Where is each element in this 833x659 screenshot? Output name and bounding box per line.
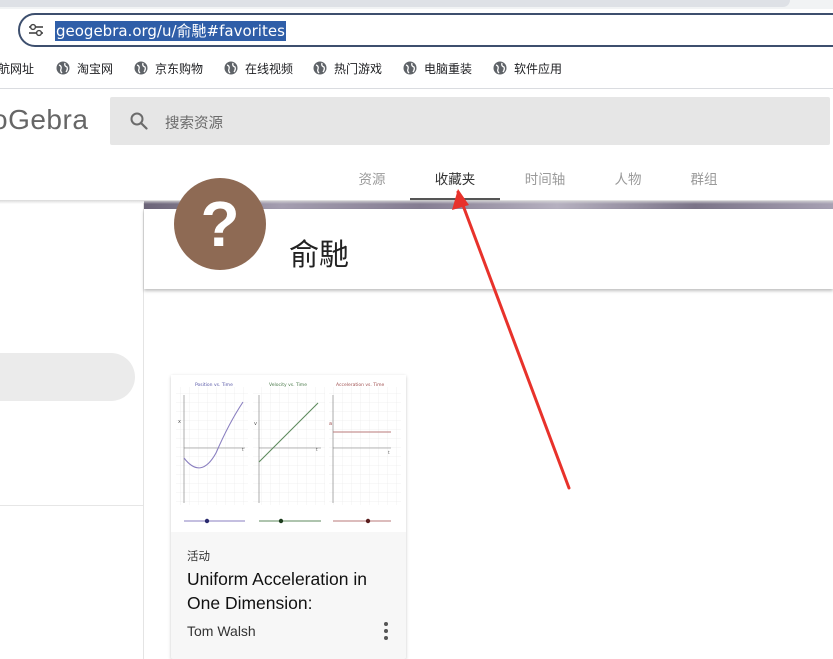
bookmark-label: 热门游戏 bbox=[334, 61, 383, 76]
graph-title-position: Position vs. Time bbox=[195, 382, 233, 388]
axis-label-v: v bbox=[254, 421, 257, 427]
velocity-graph bbox=[253, 387, 325, 505]
bookmark-label: 航网址 bbox=[0, 61, 35, 76]
card-thumbnail[interactable]: Position vs. Time x Velocity vs. Time v … bbox=[171, 375, 406, 532]
globe-icon bbox=[493, 61, 507, 75]
bookmark-taobao[interactable]: 淘宝网 bbox=[56, 54, 113, 82]
tab-groups[interactable]: 群组 bbox=[679, 168, 729, 188]
graph-title-velocity: Velocity vs. Time bbox=[269, 382, 307, 388]
globe-icon bbox=[224, 61, 238, 75]
bookmark-nav-sites[interactable]: 航网址 bbox=[0, 54, 34, 82]
tab-timeline[interactable]: 时间轴 bbox=[515, 168, 575, 188]
bookmark-software[interactable]: 软件应用 bbox=[493, 54, 562, 82]
sidebar-divider bbox=[0, 505, 143, 506]
site-settings-icon[interactable] bbox=[28, 23, 44, 37]
tab-favorites[interactable]: 收藏夹 bbox=[425, 168, 485, 188]
url-text[interactable]: geogebra.org/u/俞馳#favorites bbox=[55, 21, 286, 41]
sidebar-item-selected[interactable] bbox=[0, 353, 135, 401]
bookmark-label: 软件应用 bbox=[514, 61, 563, 76]
search-icon[interactable] bbox=[129, 111, 149, 131]
bookmark-jd[interactable]: 京东购物 bbox=[134, 54, 203, 82]
more-options-icon[interactable] bbox=[378, 620, 394, 642]
position-graph bbox=[176, 387, 248, 505]
avatar[interactable]: ? bbox=[174, 178, 266, 270]
header-shadow bbox=[0, 200, 833, 204]
axis-label-a: a bbox=[329, 421, 332, 427]
bookmark-label: 京东购物 bbox=[155, 61, 204, 76]
globe-icon bbox=[134, 61, 148, 75]
browser-tab[interactable] bbox=[0, 0, 790, 7]
slider-handle[interactable] bbox=[365, 518, 371, 524]
card-type-label: 活动 bbox=[187, 549, 210, 563]
sidebar bbox=[0, 203, 144, 659]
tab-people[interactable]: 人物 bbox=[603, 168, 653, 188]
axis-label-x: x bbox=[178, 419, 181, 425]
graph-title-acceleration: Acceleration vs. Time bbox=[336, 382, 385, 388]
search-placeholder: 搜索资源 bbox=[165, 116, 223, 132]
slider-handle[interactable] bbox=[204, 518, 210, 524]
bookmark-reinstall[interactable]: 电脑重装 bbox=[403, 54, 472, 82]
tab-resources[interactable]: 资源 bbox=[347, 168, 397, 188]
bookmark-label: 电脑重装 bbox=[424, 61, 473, 76]
bookmark-label: 淘宝网 bbox=[77, 61, 114, 76]
globe-icon bbox=[56, 61, 70, 75]
bookmark-label: 在线视频 bbox=[245, 61, 294, 76]
globe-icon bbox=[403, 61, 417, 75]
card-author[interactable]: Tom Walsh bbox=[187, 623, 256, 639]
profile-name: 俞馳 bbox=[289, 238, 349, 273]
slider-handle[interactable] bbox=[278, 518, 284, 524]
bookmark-games[interactable]: 热门游戏 bbox=[313, 54, 382, 82]
acceleration-graph bbox=[329, 387, 401, 505]
card-title[interactable]: Uniform Acceleration in One Dimension: bbox=[187, 567, 387, 615]
bookmarks-bar: 航网址 淘宝网 京东购物 在线视频 热门游戏 电脑重装 软件应用 bbox=[0, 54, 833, 82]
geogebra-logo[interactable]: oGebra bbox=[0, 104, 88, 136]
bookmark-video[interactable]: 在线视频 bbox=[224, 54, 293, 82]
chrome-divider bbox=[0, 88, 833, 89]
globe-icon bbox=[313, 61, 327, 75]
